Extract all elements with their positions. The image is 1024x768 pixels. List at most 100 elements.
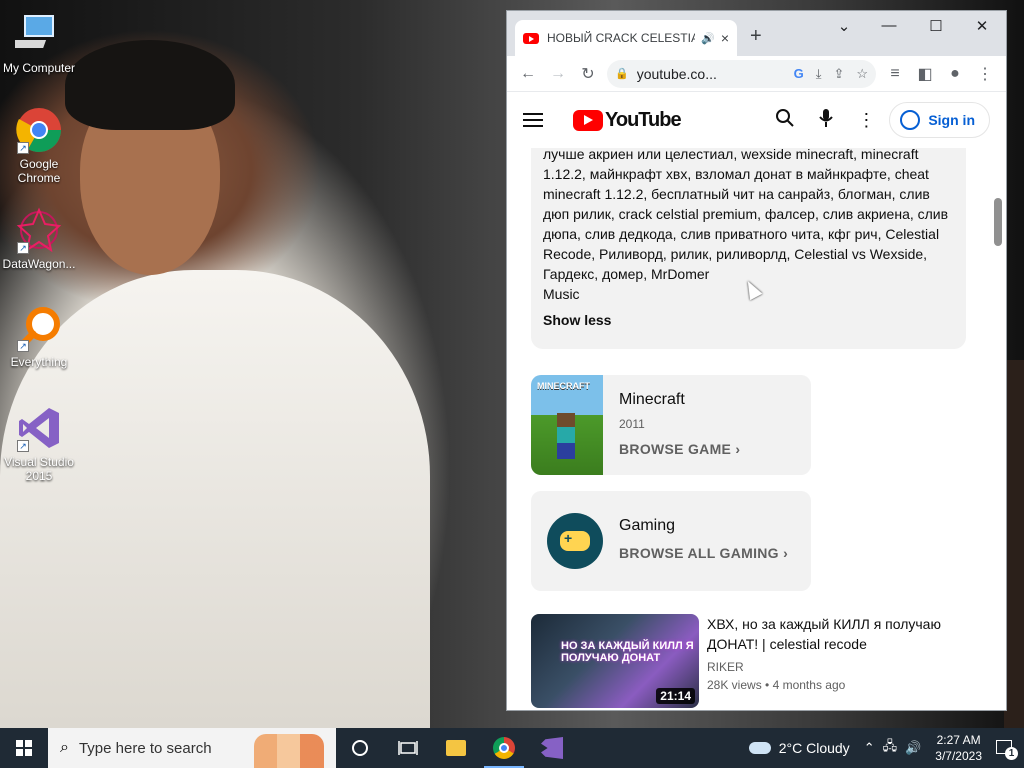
- visual-studio-icon: ↗: [15, 404, 63, 452]
- notification-center-icon[interactable]: 1: [992, 736, 1018, 760]
- related-video-item[interactable]: НО ЗА КАЖДЫЙ КИЛЛ Я ПОЛУЧАЮ ДОНАТ 21:14 …: [531, 614, 971, 710]
- channel-name[interactable]: RIKER: [707, 660, 744, 674]
- page-scrollbar-thumb[interactable]: [994, 198, 1002, 246]
- share-icon[interactable]: ⇪: [833, 66, 844, 82]
- desktop-icon-label: DataWagon...: [2, 257, 76, 271]
- clock-date: 3/7/2023: [935, 749, 982, 763]
- computer-icon: [7, 10, 63, 58]
- start-button[interactable]: [0, 728, 48, 768]
- youtube-play-icon: [573, 109, 603, 131]
- desktop-icon-label: My Computer: [2, 61, 76, 75]
- back-arrow-icon[interactable]: ←: [513, 60, 543, 88]
- hamburger-menu-icon[interactable]: [523, 113, 543, 127]
- gaming-title: Gaming: [619, 517, 676, 534]
- chevron-up-icon[interactable]: ⌃: [864, 740, 875, 756]
- search-icon: ⌕: [60, 739, 69, 756]
- video-description[interactable]: лучше акриен или целестиал, wexside mine…: [531, 148, 966, 349]
- browse-game-link[interactable]: BROWSE GAME ›: [619, 441, 740, 457]
- clock-time: 2:27 AM: [936, 733, 981, 747]
- desktop-icon-visual-studio[interactable]: ↗ Visual Studio 2015: [0, 404, 78, 483]
- minimize-button[interactable]: —: [866, 17, 912, 34]
- chrome-menu-icon[interactable]: ⋮: [970, 60, 1000, 88]
- chrome-window: НОВЫЙ CRACK CELESTIAL 🔊 × + ⌄ — ☐ ✕ ← → …: [506, 10, 1007, 711]
- gaming-category-card[interactable]: Gaming BROWSE ALL GAMING ›: [531, 491, 811, 591]
- video-thumbnail[interactable]: НО ЗА КАЖДЫЙ КИЛЛ Я ПОЛУЧАЮ ДОНАТ 21:14: [531, 614, 699, 708]
- desktop-icon-label: Everything: [10, 355, 68, 369]
- visual-studio-taskbar-button[interactable]: [528, 728, 576, 768]
- desktop-icon-google-chrome[interactable]: ↗ Google Chrome: [0, 106, 78, 185]
- desktop-icon-everything[interactable]: ↗ Everything: [0, 304, 78, 369]
- watch-page-content: лучше акриен или целестиал, wexside mine…: [507, 148, 1006, 710]
- search-highlight-image: [254, 734, 324, 768]
- lock-icon[interactable]: 🔒: [615, 67, 629, 80]
- tab-title: НОВЫЙ CRACK CELESTIAL: [547, 31, 696, 45]
- install-icon[interactable]: ⤓: [816, 66, 822, 82]
- reload-icon[interactable]: ↻: [573, 60, 603, 88]
- desktop-icon-label: Google Chrome: [17, 157, 61, 185]
- chevron-right-icon: ›: [783, 545, 789, 561]
- folder-icon: [446, 740, 466, 756]
- taskbar: ⌕ Type here to search 2°C Cloudy ⌃ 🖧 🔊 2…: [0, 728, 1024, 768]
- youtube-logo[interactable]: YouTube: [573, 108, 682, 132]
- minecraft-character-image: [557, 413, 575, 459]
- sign-in-button[interactable]: Sign in: [889, 102, 990, 138]
- forward-arrow-icon[interactable]: →: [543, 60, 573, 88]
- video-meta: 28K views • 4 months ago: [707, 678, 846, 692]
- network-icon[interactable]: 🖧: [883, 737, 898, 759]
- game-year: 2011: [619, 417, 645, 431]
- chevron-right-icon: ›: [735, 441, 741, 457]
- bookmark-star-icon[interactable]: ☆: [856, 66, 868, 82]
- desktop-icon-my-computer[interactable]: My Computer: [0, 10, 78, 75]
- wallpaper-hair: [65, 40, 235, 130]
- speaker-icon[interactable]: 🔊: [701, 32, 715, 45]
- url-text: youtube.co...: [636, 65, 717, 82]
- new-tab-button[interactable]: +: [750, 25, 762, 48]
- clock[interactable]: 2:27 AM 3/7/2023: [935, 732, 982, 764]
- file-explorer-button[interactable]: [432, 728, 480, 768]
- close-window-button[interactable]: ✕: [959, 17, 1005, 35]
- chrome-taskbar-button[interactable]: [480, 728, 528, 768]
- microphone-icon[interactable]: [819, 108, 834, 133]
- header-actions: ⋮ Sign in: [751, 102, 990, 138]
- cortana-button[interactable]: [336, 728, 384, 768]
- volume-icon[interactable]: 🔊: [905, 740, 921, 756]
- tab-search-icon[interactable]: ⌄: [821, 17, 867, 35]
- weather-widget[interactable]: 2°C Cloudy: [779, 740, 850, 756]
- browser-toolbar: ← → ↻ 🔒 youtube.co... G ⤓ ⇪ ☆ ≡ ◧ ● ⋮: [507, 56, 1006, 92]
- task-view-button[interactable]: [384, 728, 432, 768]
- youtube-header: YouTube ⋮ Sign in: [507, 92, 1006, 148]
- sign-in-label: Sign in: [928, 112, 975, 128]
- cloud-icon[interactable]: [748, 742, 771, 754]
- side-panel-icon[interactable]: ◧: [910, 60, 940, 88]
- show-less-button[interactable]: Show less: [543, 312, 611, 328]
- system-tray: 2°C Cloudy ⌃ 🖧 🔊 2:27 AM 3/7/2023 1: [748, 728, 1024, 768]
- notification-count: 1: [1005, 747, 1018, 760]
- google-lens-icon[interactable]: G: [794, 66, 804, 81]
- windows-logo-icon: [16, 740, 32, 756]
- taskbar-search-box[interactable]: ⌕ Type here to search: [48, 728, 336, 768]
- video-duration: 21:14: [656, 688, 695, 704]
- chrome-icon: [493, 737, 515, 759]
- media-control-icon[interactable]: ≡: [880, 60, 910, 88]
- gamepad-icon: [547, 513, 603, 569]
- minecraft-thumbnail: MINECRAFT: [531, 375, 603, 475]
- shortcut-arrow-icon: ↗: [17, 242, 29, 254]
- tab-close-icon[interactable]: ×: [721, 30, 729, 46]
- game-title: Minecraft: [619, 391, 685, 408]
- shortcut-arrow-icon: ↗: [17, 440, 29, 452]
- game-card-minecraft[interactable]: MINECRAFT Minecraft 2011 BROWSE GAME ›: [531, 375, 811, 475]
- profile-avatar-icon[interactable]: ●: [940, 60, 970, 88]
- maximize-button[interactable]: ☐: [913, 17, 959, 35]
- everything-search-icon: ↗: [15, 304, 63, 352]
- tab-youtube-video[interactable]: НОВЫЙ CRACK CELESTIAL 🔊 ×: [515, 20, 737, 56]
- shortcut-arrow-icon: ↗: [17, 340, 29, 352]
- shortcut-arrow-icon: ↗: [17, 142, 29, 154]
- video-title[interactable]: ХВХ, но за каждый КИЛЛ я получаю ДОНАТ! …: [707, 614, 947, 654]
- youtube-wordmark: YouTube: [605, 108, 682, 131]
- desktop-icon-datawagon[interactable]: ↗ DataWagon...: [0, 206, 78, 271]
- search-placeholder: Type here to search: [78, 739, 212, 757]
- browse-all-gaming-link[interactable]: BROWSE ALL GAMING ›: [619, 545, 788, 561]
- search-icon[interactable]: [775, 108, 795, 133]
- more-options-icon[interactable]: ⋮: [857, 110, 875, 131]
- address-bar[interactable]: 🔒 youtube.co... G ⤓ ⇪ ☆: [607, 59, 876, 88]
